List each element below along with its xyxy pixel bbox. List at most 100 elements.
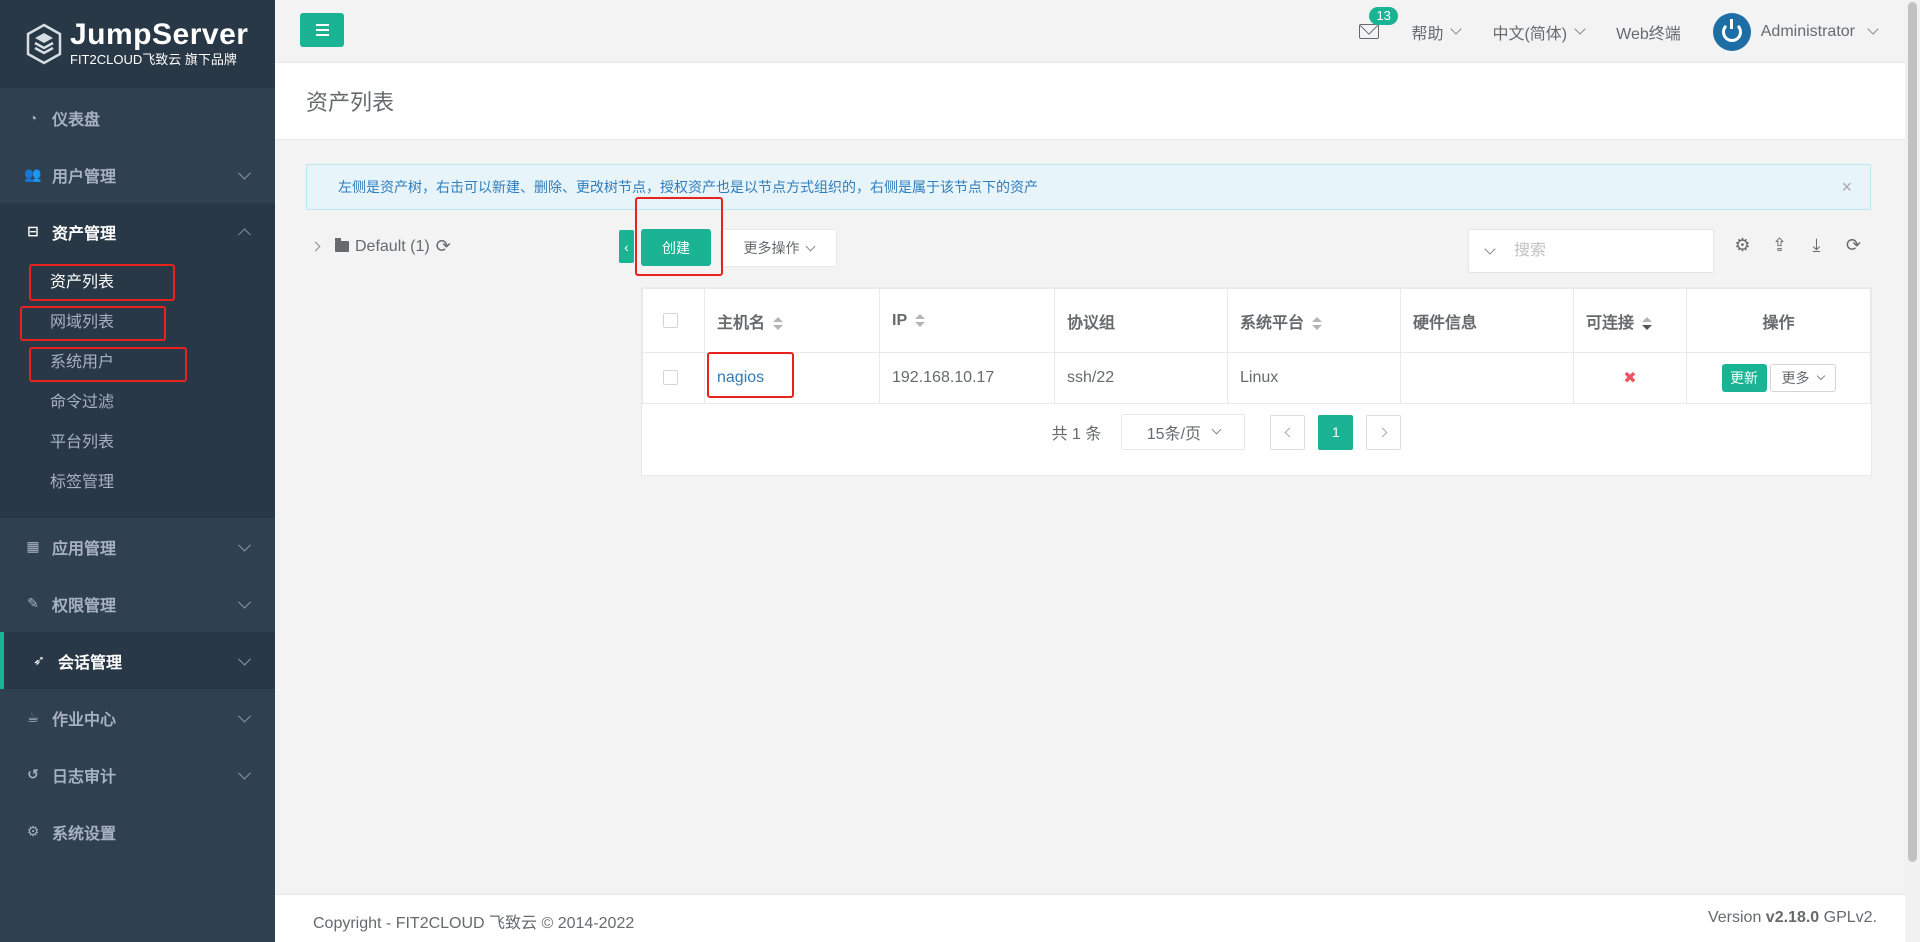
- tree-node-default[interactable]: Default (1): [355, 238, 430, 256]
- row-more-dropdown[interactable]: 更多: [1769, 364, 1836, 392]
- update-button[interactable]: 更新: [1721, 364, 1767, 392]
- info-alert: 左侧是资产树，右击可以新建、删除、更改树节点，授权资产也是以节点方式组织的，右侧…: [306, 164, 1871, 210]
- sidebar-item-label: 系统设置: [52, 825, 117, 843]
- hostname-cell: nagios: [704, 352, 880, 404]
- th-hostname[interactable]: 主机名: [704, 288, 880, 353]
- grid-icon: ▦: [26, 538, 40, 554]
- hostname-link[interactable]: nagios: [717, 369, 764, 386]
- row-checkbox[interactable]: [663, 370, 678, 386]
- search-input[interactable]: [1514, 242, 1674, 260]
- more-actions-dropdown[interactable]: 更多操作: [720, 229, 837, 267]
- sidebar-item-settings[interactable]: ⚙ 系统设置: [0, 803, 275, 860]
- chevron-down-icon: [238, 709, 251, 723]
- alert-text: 左侧是资产树，右击可以新建、删除、更改树节点，授权资产也是以节点方式组织的，右侧…: [338, 179, 1038, 195]
- brand-subtitle: FIT2CLOUD飞致云 旗下品牌: [70, 52, 237, 67]
- table-header-row: 主机名 IP 协议组 系统平台 硬件信息 可连接 操作: [642, 288, 1871, 353]
- sidebar-item-dashboard[interactable]: ◔ 仪表盘: [0, 89, 275, 146]
- search-box[interactable]: [1468, 229, 1714, 273]
- brand-logo[interactable]: JumpServer FIT2CLOUD飞致云 旗下品牌: [0, 0, 275, 88]
- total-count: 共 1 条: [1051, 426, 1102, 443]
- asset-table-panel: 主机名 IP 协议组 系统平台 硬件信息 可连接 操作 nagios 192.1…: [641, 287, 1872, 476]
- th-ip[interactable]: IP: [879, 288, 1055, 353]
- notifications-button[interactable]: 13: [1359, 7, 1398, 39]
- protocols-cell: ssh/22: [1054, 352, 1228, 404]
- sidebar-item-label: 作业中心: [52, 711, 117, 729]
- pagination: 共 1 条 15条/页 1: [642, 414, 1871, 450]
- tree-collapse-toggle[interactable]: ‹: [619, 230, 634, 263]
- subitem-platform-list[interactable]: 平台列表: [0, 420, 275, 460]
- download-icon[interactable]: ⤓: [1807, 235, 1826, 255]
- history-icon: ↺: [27, 766, 39, 782]
- sidebar-item-applications[interactable]: ▦ 应用管理: [0, 518, 275, 575]
- chevron-down-icon: [1867, 23, 1879, 35]
- edit-icon: ✎: [27, 595, 39, 611]
- th-actions: 操作: [1686, 288, 1871, 353]
- sidebar-item-audit[interactable]: ↺ 日志审计: [0, 746, 275, 803]
- version-info: Version v2.18.0 GPLv2.: [1707, 909, 1877, 926]
- chevron-down-icon: [1816, 371, 1825, 381]
- subitem-asset-list[interactable]: 资产列表: [0, 260, 275, 300]
- subitem-domain-list[interactable]: 网域列表: [0, 300, 275, 340]
- language-dropdown[interactable]: 中文(简体): [1492, 20, 1586, 44]
- close-icon[interactable]: ×: [1841, 177, 1852, 198]
- envelope-icon: [1359, 24, 1380, 39]
- sidebar-item-users[interactable]: 👥 用户管理: [0, 146, 275, 203]
- chevron-down-icon: [238, 652, 251, 666]
- upload-icon[interactable]: ⇪: [1770, 235, 1789, 255]
- notification-count-badge: 13: [1369, 7, 1398, 25]
- next-page-button[interactable]: [1366, 414, 1402, 450]
- top-navbar: 13 帮助 中文(简体) Web终端 Administrator: [275, 0, 1905, 63]
- sort-icon[interactable]: [1312, 316, 1323, 330]
- user-name: Administrator: [1760, 22, 1855, 40]
- table-row: nagios 192.168.10.17 ssh/22 Linux ✖ 更新 更多: [642, 352, 1871, 404]
- web-terminal-label: Web终端: [1616, 25, 1681, 43]
- create-button[interactable]: 创建: [641, 229, 711, 266]
- users-icon: 👥: [24, 166, 42, 182]
- help-dropdown[interactable]: 帮助: [1411, 20, 1463, 44]
- sidebar-item-label: 用户管理: [52, 168, 117, 186]
- th-connectivity[interactable]: 可连接: [1573, 288, 1687, 353]
- tree-expand-icon[interactable]: [310, 241, 321, 252]
- th-platform[interactable]: 系统平台: [1227, 288, 1401, 353]
- chevron-left-icon: [1284, 427, 1295, 437]
- unreachable-icon: ✖: [1623, 370, 1637, 387]
- sidebar-item-jobs[interactable]: ☕ 作业中心: [0, 689, 275, 746]
- subitem-label-management[interactable]: 标签管理: [0, 460, 275, 500]
- folder-icon: [335, 238, 349, 252]
- row-select-cell: [642, 352, 705, 404]
- chevron-down-icon: [238, 766, 251, 780]
- refresh-icon[interactable]: ⟳: [436, 236, 451, 257]
- page-scrollbar[interactable]: [1905, 0, 1920, 942]
- prev-page-button[interactable]: [1270, 414, 1306, 450]
- coffee-icon: ☕: [26, 709, 40, 725]
- power-icon: [1721, 18, 1742, 42]
- sidebar-item-assets[interactable]: ⊟ 资产管理: [0, 203, 275, 260]
- sort-icon[interactable]: [915, 313, 926, 327]
- scrollbar-thumb[interactable]: [1908, 2, 1917, 862]
- rocket-icon: ➶: [33, 652, 45, 668]
- page-title: 资产列表: [306, 90, 395, 115]
- sort-icon[interactable]: [1642, 316, 1653, 330]
- platform-cell: Linux: [1227, 352, 1401, 404]
- asset-table: 主机名 IP 协议组 系统平台 硬件信息 可连接 操作 nagios 192.1…: [642, 288, 1871, 404]
- page-size-select[interactable]: 15条/页: [1121, 414, 1246, 450]
- sidebar-item-permissions[interactable]: ✎ 权限管理: [0, 575, 275, 632]
- web-terminal-link[interactable]: Web终端: [1616, 20, 1681, 44]
- language-label: 中文(简体): [1492, 25, 1568, 43]
- table-tools: ⚙ ⇪ ⤓ ⟳: [1733, 235, 1863, 255]
- th-protocols: 协议组: [1054, 288, 1228, 353]
- sidebar: JumpServer FIT2CLOUD飞致云 旗下品牌 ◔ 仪表盘 👥 用户管…: [0, 0, 275, 942]
- chevron-down-icon[interactable]: [1484, 242, 1496, 255]
- subitem-system-users[interactable]: 系统用户: [0, 340, 275, 380]
- user-dropdown[interactable]: Administrator: [1712, 12, 1879, 51]
- sort-icon[interactable]: [773, 316, 784, 330]
- sidebar-item-sessions[interactable]: ➶ 会话管理: [0, 632, 275, 689]
- gear-icon[interactable]: ⚙: [1733, 235, 1752, 255]
- menu-toggle-button[interactable]: [300, 13, 344, 47]
- refresh-icon[interactable]: ⟳: [1844, 235, 1863, 255]
- chevron-down-icon: [1450, 23, 1463, 35]
- page-button-current[interactable]: 1: [1318, 414, 1354, 450]
- subitem-command-filter[interactable]: 命令过滤: [0, 380, 275, 420]
- chevron-down-icon: [1574, 23, 1586, 35]
- select-all-checkbox[interactable]: [663, 312, 678, 328]
